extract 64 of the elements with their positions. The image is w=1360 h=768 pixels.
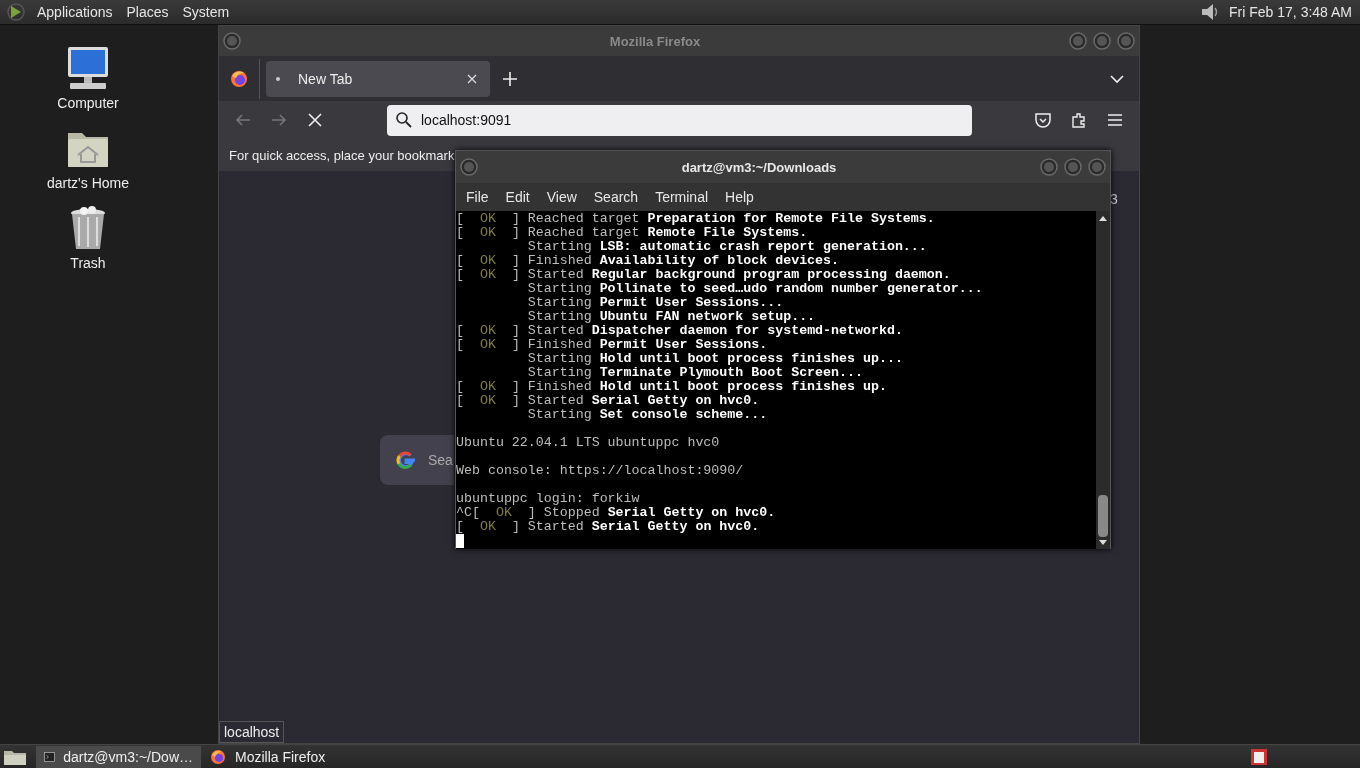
taskbar-button[interactable]: dartz@vm3:~/Dow…: [36, 745, 201, 768]
applet-icon[interactable]: [1250, 747, 1268, 766]
window-button[interactable]: [1064, 158, 1082, 176]
search-field[interactable]: Sea: [380, 435, 454, 485]
window-button[interactable]: [1040, 158, 1058, 176]
bookmarks-hint: For quick access, place your bookmark: [229, 147, 455, 163]
menu-item[interactable]: Search: [585, 189, 648, 205]
shield-icon[interactable]: [1034, 111, 1052, 129]
terminal-line: Starting Ubuntu FAN network setup...: [526, 310, 817, 324]
taskbar-button[interactable]: Mozilla Firefox: [201, 745, 366, 768]
terminal-line: Ubuntu 22.04.1 LTS ubuntuppc hvc0: [456, 436, 721, 450]
terminal-line: [ OK ] Started Regular background program processing daemon.: [456, 268, 952, 282]
stop-icon[interactable]: [306, 111, 324, 129]
window-title: Mozilla Firefox: [608, 33, 702, 49]
terminal-line: Starting Set console scheme...: [526, 408, 769, 422]
terminal-line: ubuntuppc login: forkiw: [456, 492, 641, 506]
window-menu-button[interactable]: [223, 32, 241, 50]
terminal-line: Starting Hold until boot process finishes up...: [526, 352, 904, 366]
browser-logo-icon: [209, 748, 227, 765]
address-field[interactable]: localhost:9091: [387, 104, 972, 136]
terminal-line: [ OK ] Finished Availability of block devices.: [456, 254, 841, 268]
window-button[interactable]: [1093, 32, 1111, 50]
panel-menu[interactable]: Applications: [30, 4, 120, 20]
desktop-icon-label[interactable]: Trash: [70, 255, 106, 271]
menu-item[interactable]: Edit: [497, 189, 539, 205]
terminal-line: [ OK ] Started Dispatcher daemon for systemd-networkd.: [456, 324, 904, 338]
terminal-line: ^C[ OK ] Stopped Serial Getty on hvc0.: [456, 506, 777, 520]
browser-logo-icon[interactable]: [229, 68, 249, 89]
menu-item[interactable]: File: [458, 189, 498, 205]
window-menu-button[interactable]: [460, 158, 478, 176]
desktop-icon-label[interactable]: dartz's Home: [47, 175, 129, 191]
terminal-line: [ OK ] Finished Permit User Sessions.: [456, 338, 769, 352]
clock[interactable]: Fri Feb 17, 3:48 AM: [1229, 4, 1352, 20]
terminal-line: [ OK ] Finished Hold until boot process finishes up.: [456, 380, 888, 394]
terminal-line: Starting Permit User Sessions...: [526, 296, 785, 310]
panel-menu[interactable]: Places: [119, 4, 176, 20]
scrollbar[interactable]: [1096, 211, 1110, 549]
window-title: dartz@vm3:~/Downloads: [680, 159, 838, 175]
menu-item[interactable]: View: [538, 189, 586, 205]
search-icon: [395, 111, 413, 129]
menu-icon[interactable]: [1106, 111, 1124, 129]
puzzle-icon[interactable]: [1070, 111, 1088, 129]
plus-icon[interactable]: [502, 70, 518, 87]
window-button[interactable]: [1088, 158, 1106, 176]
terminal-line: [ OK ] Reached target Preparation for Remote File Systems.: [456, 212, 936, 226]
terminal-line: Starting LSB: automatic crash report generation...: [526, 240, 928, 254]
terminal-line: Starting Pollinate to seed…udo random number generator...: [526, 282, 984, 296]
terminal-line: [ OK ] Reached target Remote File Systems.: [456, 226, 809, 240]
window-button[interactable]: [1117, 32, 1135, 50]
desktop-icon-label[interactable]: Computer: [57, 95, 119, 111]
close-icon[interactable]: [466, 72, 478, 85]
window-button[interactable]: [1069, 32, 1087, 50]
status-tooltip: localhost: [219, 721, 285, 743]
panel-menu[interactable]: System: [175, 4, 237, 20]
terminal-line: Starting Terminate Plymouth Boot Screen...: [526, 366, 864, 380]
partial-text: 3: [1110, 191, 1118, 207]
tab[interactable]: New Tab: [266, 60, 490, 97]
terminal-line: Web console: https://localhost:9090/: [456, 464, 745, 478]
terminal-line: [ OK ] Started Serial Getty on hvc0.: [456, 520, 761, 534]
menu-item[interactable]: Terminal: [647, 189, 718, 205]
menu-item[interactable]: Help: [717, 189, 763, 205]
text-cursor: [456, 534, 464, 548]
terminal-line: [ OK ] Started Serial Getty on hvc0.: [456, 394, 761, 408]
main-menu-icon[interactable]: [6, 2, 26, 22]
